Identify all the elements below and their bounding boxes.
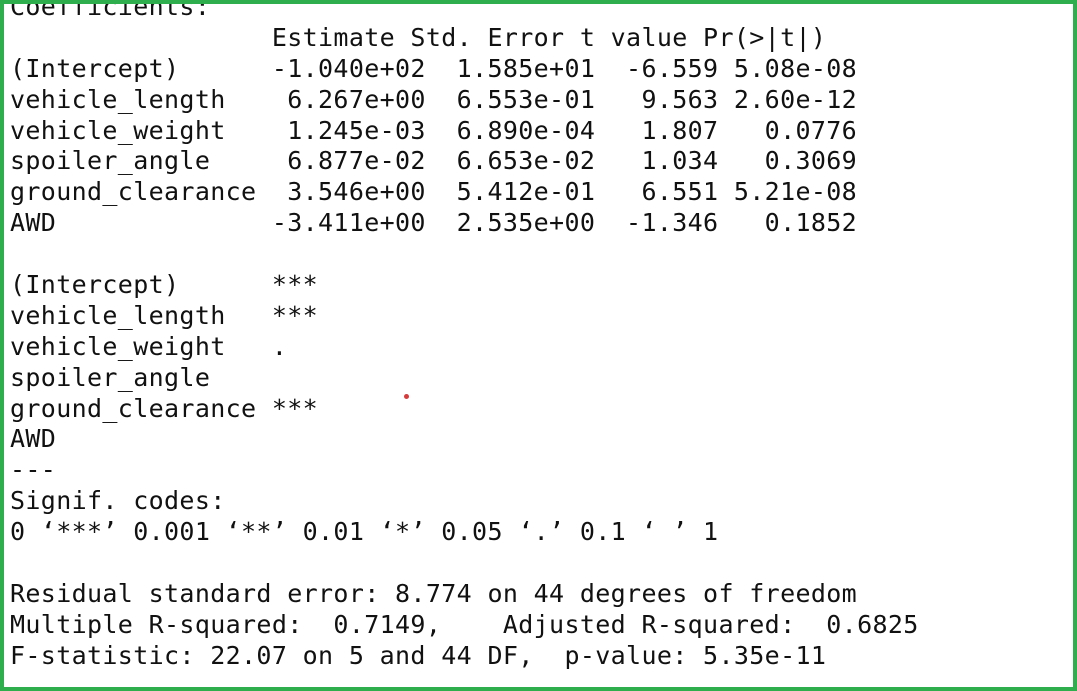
r-squared-line: Multiple R-squared: 0.7149, Adjusted R-s… <box>10 609 919 639</box>
signif-row-intercept: (Intercept) *** <box>10 270 319 300</box>
coef-row-vehicle-weight: vehicle_weight 1.245e-03 6.890e-04 1.807… <box>10 115 858 145</box>
coef-row-awd: AWD -3.411e+00 2.535e+00 -1.346 0.1852 <box>10 208 858 238</box>
regression-summary-output: Coefficients: Estimate Std. Error t valu… <box>10 0 919 672</box>
signif-row-vehicle-weight: vehicle_weight . <box>10 331 288 361</box>
separator-line: --- <box>10 455 57 485</box>
signif-row-awd: AWD <box>10 424 57 454</box>
coefficients-heading: Coefficients: <box>10 0 211 21</box>
signif-codes-legend: 0 ‘***’ 0.001 ‘**’ 0.01 ‘*’ 0.05 ‘.’ 0.1… <box>10 517 719 547</box>
red-dot-marker <box>404 394 409 399</box>
signif-row-spoiler-angle: spoiler_angle <box>10 362 211 392</box>
output-frame: Coefficients: Estimate Std. Error t valu… <box>0 0 1077 691</box>
coef-row-spoiler-angle: spoiler_angle 6.877e-02 6.653e-02 1.034 … <box>10 146 858 176</box>
signif-row-ground-clearance: ground_clearance *** <box>10 393 319 423</box>
coef-row-intercept: (Intercept) -1.040e+02 1.585e+01 -6.559 … <box>10 53 858 83</box>
column-headers: Estimate Std. Error t value Pr(>|t|) <box>10 22 827 52</box>
coef-row-vehicle-length: vehicle_length 6.267e+00 6.553e-01 9.563… <box>10 84 858 114</box>
signif-codes-label: Signif. codes: <box>10 486 226 516</box>
signif-row-vehicle-length: vehicle_length *** <box>10 300 319 330</box>
f-statistic-line: F-statistic: 22.07 on 5 and 44 DF, p-val… <box>10 640 827 670</box>
residual-standard-error: Residual standard error: 8.774 on 44 deg… <box>10 578 858 608</box>
coef-row-ground-clearance: ground_clearance 3.546e+00 5.412e-01 6.5… <box>10 177 858 207</box>
